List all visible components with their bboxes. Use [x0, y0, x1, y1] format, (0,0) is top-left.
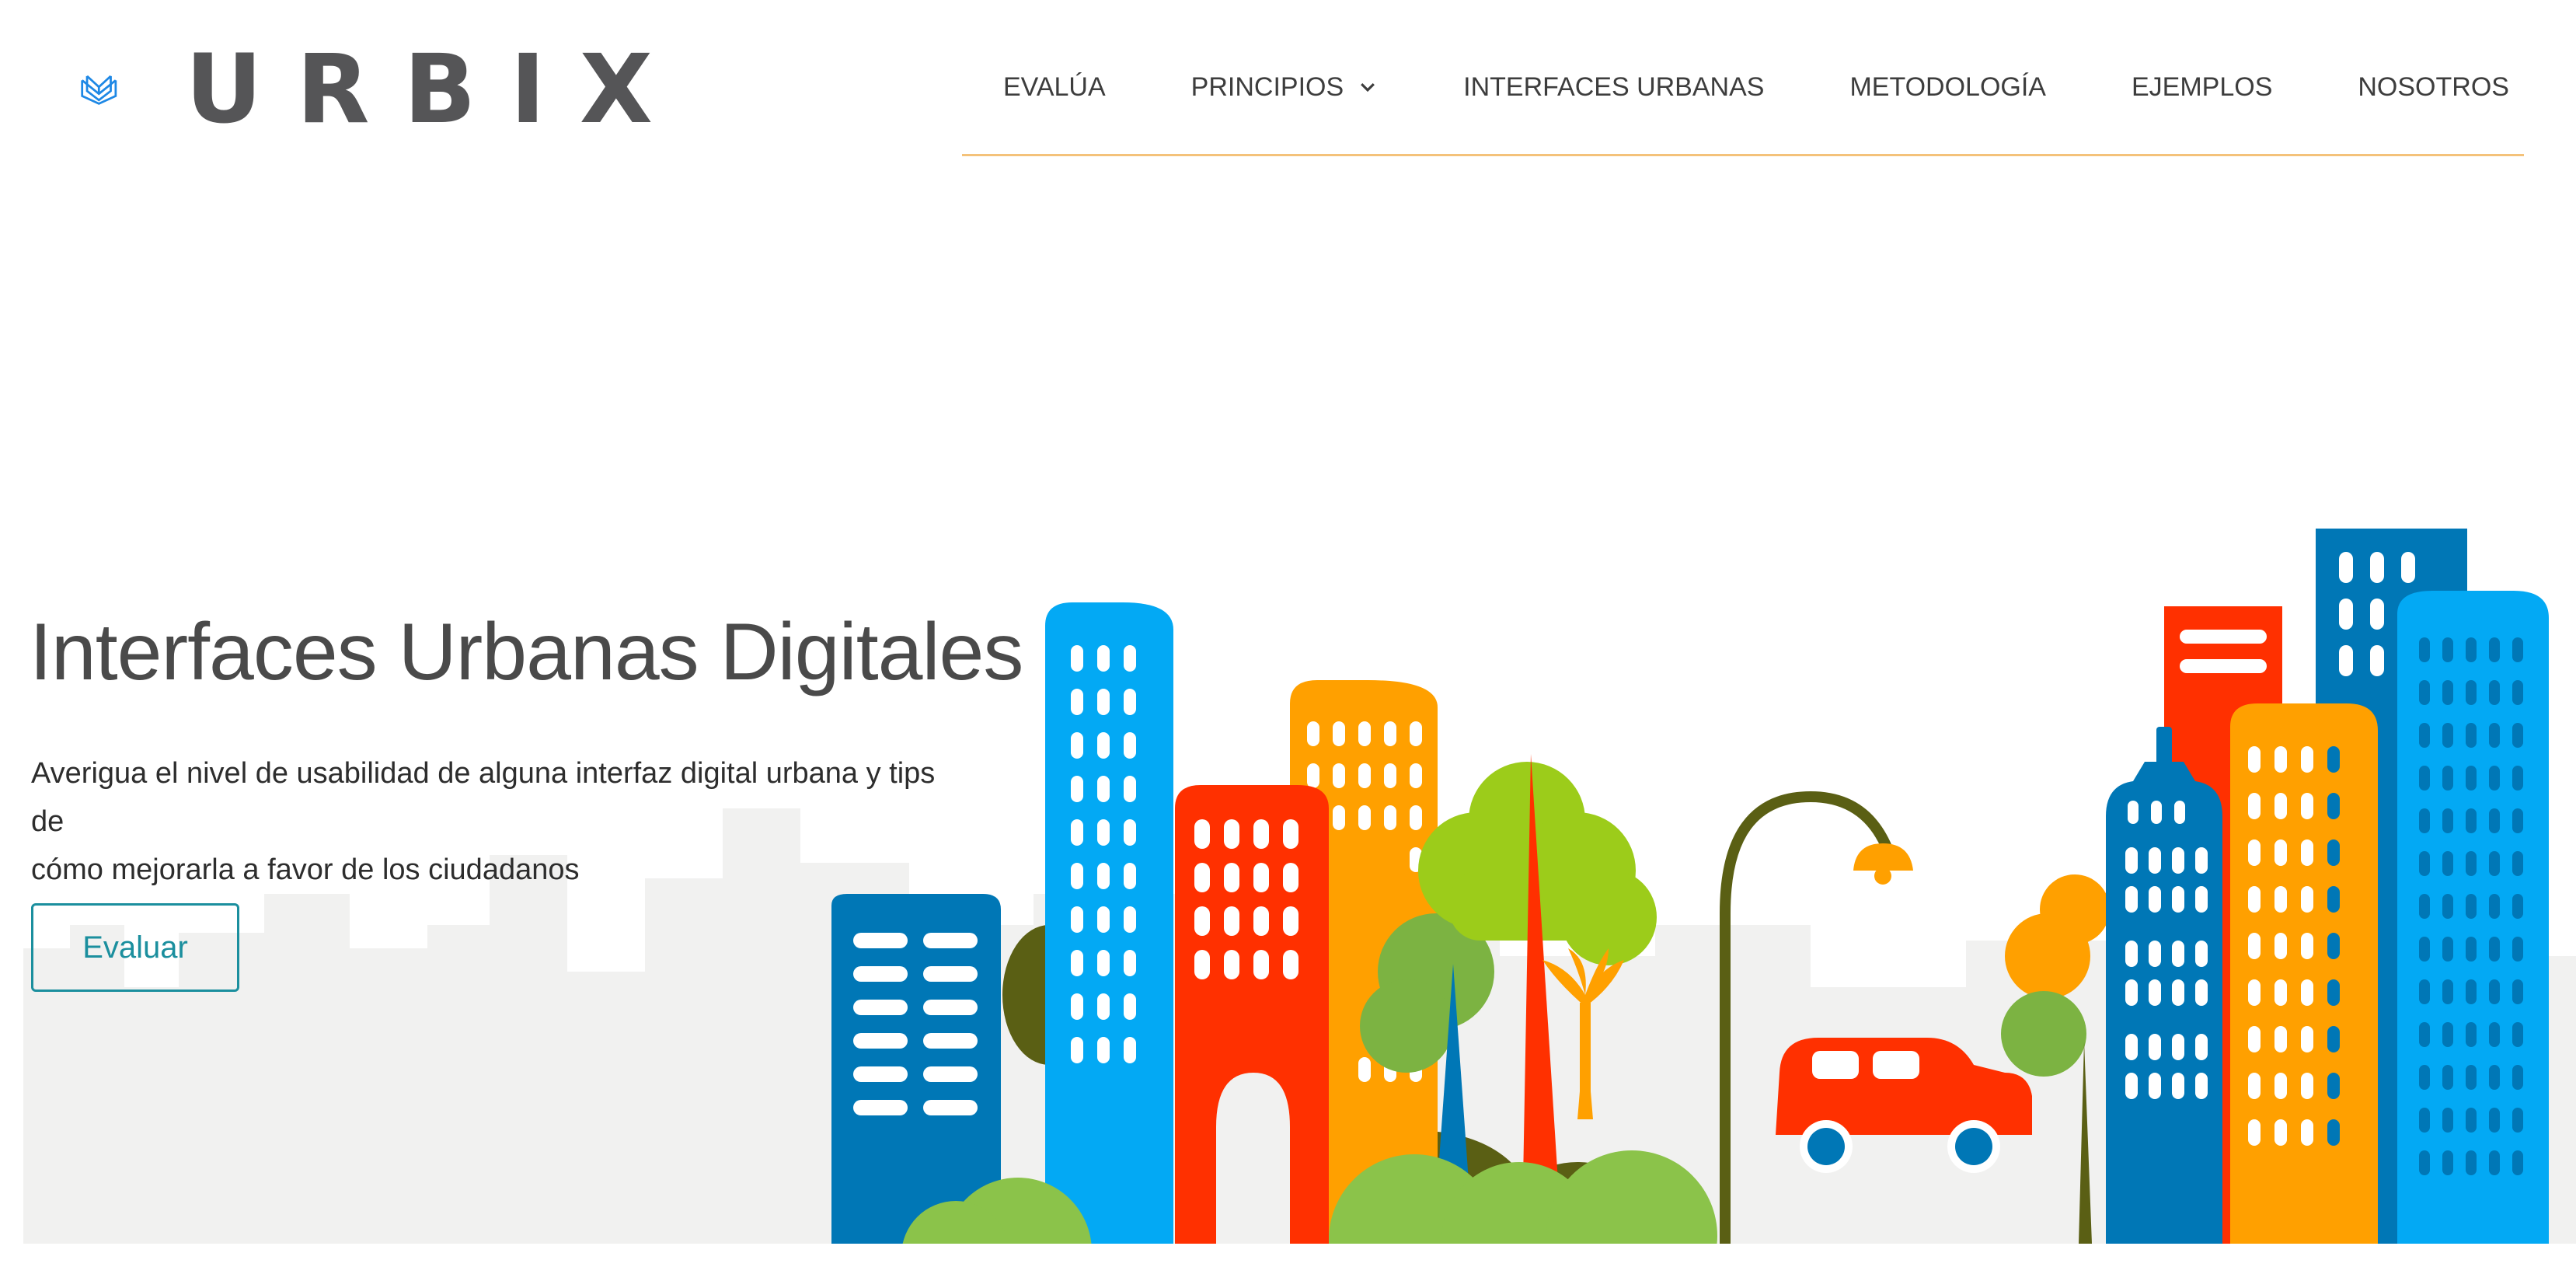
site-header: URBIX EVALÚA PRINCIPIOS INTERFACES URBAN…: [0, 0, 2576, 171]
hero-subtitle-line: cómo mejorarla a favor de los ciudadanos: [31, 853, 580, 886]
nav-item-metodologia[interactable]: METODOLOGÍA: [1849, 53, 2046, 121]
building-cyan-right: [2397, 591, 2549, 1244]
orange-tree: [2001, 874, 2110, 1244]
open-book-shield-icon: [81, 75, 117, 105]
palm-tree: [1542, 948, 1624, 1119]
nav-item-label: METODOLOGÍA: [1849, 72, 2046, 102]
hero-subtitle-line: Averigua el nivel de usabilidad de algun…: [31, 757, 936, 838]
nav-item-label: INTERFACES URBANAS: [1463, 72, 1765, 102]
building-red-arch: [1175, 785, 1329, 1244]
city-skyline-illustration: [831, 529, 2549, 1244]
brand-name: URBIX: [185, 34, 687, 145]
red-car: [1776, 1038, 2032, 1173]
hero-subtitle: Averigua el nivel de usabilidad de algun…: [31, 749, 964, 894]
nav-item-principios[interactable]: PRINCIPIOS: [1191, 53, 1378, 121]
nav-item-label: NOSOTROS: [2358, 72, 2509, 102]
nav-item-ejemplos[interactable]: EJEMPLOS: [2132, 53, 2272, 121]
nav-item-evalua[interactable]: EVALÚA: [1003, 53, 1106, 121]
nav-item-label: PRINCIPIOS: [1190, 72, 1344, 102]
chevron-down-icon: [1361, 82, 1375, 92]
nav-item-nosotros[interactable]: NOSOTROS: [2358, 53, 2509, 121]
building-blue-antenna: [2106, 727, 2222, 1244]
brand-logo[interactable]: URBIX: [81, 16, 687, 163]
nav-item-label: EVALÚA: [1003, 72, 1106, 102]
building-orange-right: [2230, 703, 2378, 1244]
building-cyan-tower: [1045, 602, 1173, 1244]
main-nav: EVALÚA PRINCIPIOS INTERFACES URBANAS MET…: [962, 53, 2524, 156]
nav-item-interfaces-urbanas[interactable]: INTERFACES URBANAS: [1463, 53, 1764, 121]
street-lamp: [1720, 791, 1913, 1244]
evaluar-button[interactable]: Evaluar: [31, 903, 239, 992]
hero-section: Interfaces Urbanas Digitales Averigua el…: [0, 529, 2576, 1244]
nav-item-label: EJEMPLOS: [2131, 72, 2273, 102]
